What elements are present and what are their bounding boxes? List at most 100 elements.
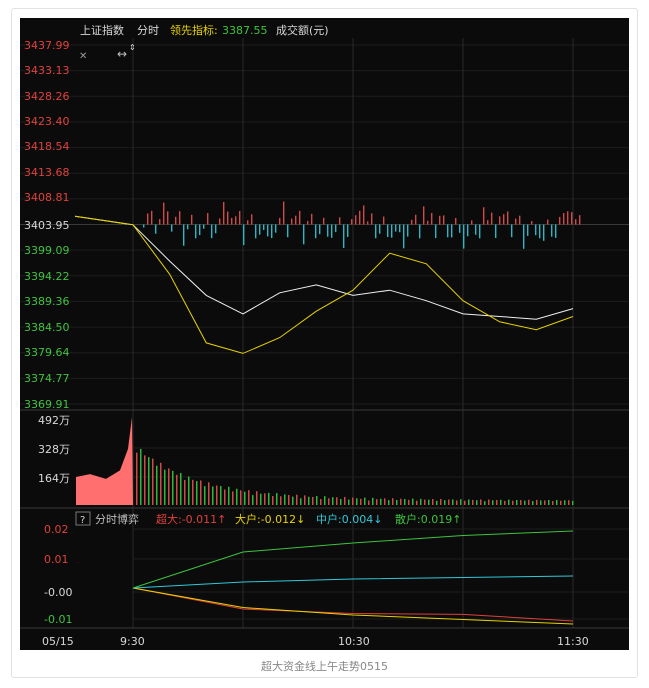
price-change-bar [215,224,217,234]
price-change-bar [195,224,197,239]
price-change-bar [191,214,193,225]
price-change-bar [399,224,401,233]
volume-bar [228,486,230,505]
volume-bar [312,496,314,505]
volume-bar [444,500,446,505]
price-change-bar [503,214,505,225]
volume-bar [356,498,358,505]
price-change-bar [223,202,225,225]
cursor-marker-icon: ⇕ [129,43,136,52]
price-change-bar [203,224,205,229]
price-change-bar [315,224,317,239]
price-change-bar [379,224,381,234]
price-tick: 3418.54 [24,140,70,153]
volume-bar [460,499,462,505]
flow-title[interactable]: 分时博弈 [95,512,139,526]
price-change-bar [147,213,149,225]
volume-bar [400,498,402,505]
price-change-bar [419,224,421,239]
volume-bar [516,499,518,505]
price-change-bar [439,215,441,225]
volume-bar [144,455,146,505]
volume-bar [340,498,342,505]
price-change-bar [355,215,357,225]
volume-bar [204,486,206,505]
volume-bar [396,499,398,505]
volume-bar [300,498,302,505]
price-change-bar [471,220,473,225]
time-tick: 05/15 [42,635,74,648]
price-change-bar [491,212,493,225]
price-tick: 3437.99 [24,39,70,52]
flow-tick: 0.01 [44,553,69,566]
price-change-bar [507,211,509,225]
volume-bar [456,500,458,505]
price-change-bar [539,224,541,239]
volume-bar [296,494,298,505]
price-change-bar [255,224,257,239]
time-tick: 11:30 [557,635,589,648]
volume-bar [352,497,354,505]
volume-bar [180,472,182,505]
volume-bar [148,457,150,505]
index-name[interactable]: 上证指数 [80,23,124,37]
volume-bar [344,496,346,505]
price-change-bar [495,224,497,239]
price-tick: 3428.26 [24,90,70,103]
price-change-bar [535,224,537,236]
close-icon[interactable]: ✕ [79,51,87,62]
volume-bar [520,500,522,505]
volume-bar [264,493,266,505]
volume-tick: 328万 [38,443,70,456]
volume-bar [508,499,510,505]
price-change-bar [523,224,525,249]
volume-bar [332,497,334,505]
price-change-bar [287,224,289,238]
volume-bar [492,500,494,505]
price-tick: 3394.22 [24,270,70,283]
volume-bar [288,495,290,505]
price-change-bar [327,224,329,237]
leading-indicator-line [74,215,574,354]
volume-bar [512,500,514,505]
price-change-bar [371,213,373,225]
volume-bar [156,465,158,505]
volume-bar [496,500,498,505]
price-change-bar [411,219,413,225]
price-change-bar [359,210,361,225]
mode-label[interactable]: 分时 [137,24,159,37]
help-button[interactable]: ? [80,515,85,526]
volume-bar [172,470,174,505]
volume-bar [388,500,390,505]
price-change-bar [387,224,389,237]
price-tick: 3379.64 [24,346,70,359]
volume-bar [240,490,242,505]
volume-bar [384,498,386,505]
volume-bar [380,498,382,505]
price-change-bar [199,224,201,236]
price-change-bar [335,224,337,233]
volume-bar [500,499,502,505]
volume-bars [76,417,574,505]
price-change-bar [219,218,221,225]
price-change-bar [303,224,305,245]
volume-bar [364,497,366,505]
expand-icon[interactable]: ↔ [117,47,127,61]
volume-bar [568,500,570,505]
volume-bar [360,498,362,505]
volume-bar [420,498,422,505]
price-change-bar [227,211,229,225]
volume-bar [324,496,326,505]
price-change-bar [543,224,545,241]
volume-bar [564,500,566,505]
volume-axis: 492万 328万 164万 [38,414,70,485]
volume-bar [220,486,222,505]
volume-bar [304,495,306,505]
volume-bar [260,493,262,505]
price-change-bar [427,220,429,225]
price-change-bar [167,211,169,225]
volume-bar [436,500,438,505]
price-change-bar [171,224,173,232]
price-change-bar [519,215,521,225]
price-change-bar [527,224,529,236]
